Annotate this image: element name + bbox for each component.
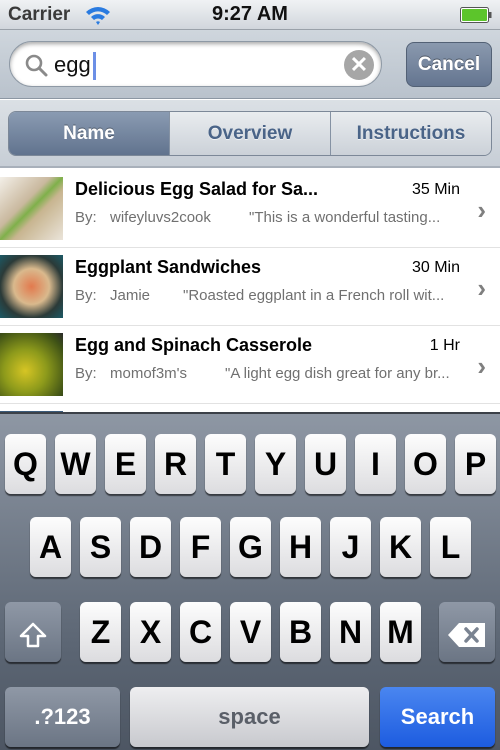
key-c[interactable]: C bbox=[180, 602, 221, 662]
key-l[interactable]: L bbox=[430, 517, 471, 577]
segment-name[interactable]: Name bbox=[9, 112, 169, 155]
delete-icon bbox=[448, 622, 485, 647]
recipe-title: Delicious Egg Salad for Sa... bbox=[75, 179, 319, 199]
key-s[interactable]: S bbox=[80, 517, 121, 577]
results-list: Delicious Egg Salad for Sa... 35 Min By:… bbox=[0, 170, 500, 434]
key-z[interactable]: Z bbox=[80, 602, 121, 662]
search-field[interactable]: ✕ bbox=[9, 41, 382, 87]
chevron-right-icon: › bbox=[477, 351, 486, 381]
recipe-title: Egg and Spinach Casserole bbox=[75, 335, 313, 355]
by-label: By: bbox=[75, 209, 97, 226]
text-cursor bbox=[92, 52, 96, 80]
status-bar: Carrier 9:27 AM bbox=[0, 0, 500, 30]
key-y[interactable]: Y bbox=[255, 434, 296, 494]
key-r[interactable]: R bbox=[155, 434, 196, 494]
recipe-row[interactable]: Eggplant Sandwiches 30 Min By: Jamie "Ro… bbox=[0, 248, 500, 326]
key-i[interactable]: I bbox=[355, 434, 396, 494]
key-u[interactable]: U bbox=[305, 434, 346, 494]
segment-instructions[interactable]: Instructions bbox=[330, 112, 491, 155]
key-o[interactable]: O bbox=[405, 434, 446, 494]
cancel-button[interactable]: Cancel bbox=[406, 42, 492, 87]
recipe-thumbnail bbox=[0, 333, 63, 396]
recipe-description: "A light egg dish great for any br... bbox=[225, 365, 450, 382]
recipe-author: Jamie bbox=[110, 287, 151, 304]
search-input[interactable] bbox=[54, 49, 334, 81]
key-m[interactable]: M bbox=[380, 602, 421, 662]
recipe-author: wifeyluvs2cook bbox=[110, 209, 211, 226]
search-icon bbox=[25, 54, 48, 77]
key-f[interactable]: F bbox=[180, 517, 221, 577]
search-key[interactable]: Search bbox=[380, 687, 495, 747]
clock: 9:27 AM bbox=[212, 3, 288, 25]
scope-bar: Name Overview Instructions bbox=[0, 100, 500, 168]
search-bar: ✕ Cancel bbox=[0, 30, 500, 99]
by-label: By: bbox=[75, 287, 97, 304]
key-p[interactable]: P bbox=[455, 434, 496, 494]
key-j[interactable]: J bbox=[330, 517, 371, 577]
shift-key[interactable] bbox=[5, 602, 61, 662]
numbers-key[interactable]: .?123 bbox=[5, 687, 120, 747]
recipe-time: 30 Min bbox=[411, 259, 460, 276]
key-g[interactable]: G bbox=[230, 517, 271, 577]
delete-key[interactable] bbox=[439, 602, 495, 662]
segment-overview[interactable]: Overview bbox=[169, 112, 330, 155]
key-n[interactable]: N bbox=[330, 602, 371, 662]
key-t[interactable]: T bbox=[205, 434, 246, 494]
recipe-title: Eggplant Sandwiches bbox=[75, 257, 262, 277]
key-w[interactable]: W bbox=[55, 434, 96, 494]
recipe-time: 1 Hr bbox=[429, 337, 460, 354]
recipe-author: momof3m's bbox=[110, 365, 188, 382]
space-key[interactable]: space bbox=[130, 687, 369, 747]
key-b[interactable]: B bbox=[280, 602, 321, 662]
key-v[interactable]: V bbox=[230, 602, 271, 662]
key-e[interactable]: E bbox=[105, 434, 146, 494]
chevron-right-icon: › bbox=[477, 273, 486, 303]
recipe-row[interactable]: Delicious Egg Salad for Sa... 35 Min By:… bbox=[0, 170, 500, 248]
key-a[interactable]: A bbox=[30, 517, 71, 577]
recipe-thumbnail bbox=[0, 255, 63, 318]
keyboard: Q W E R T Y U I O P A S D F G H J K L Z … bbox=[0, 412, 500, 750]
key-d[interactable]: D bbox=[130, 517, 171, 577]
key-x[interactable]: X bbox=[130, 602, 171, 662]
recipe-time: 35 Min bbox=[411, 181, 460, 198]
by-label: By: bbox=[75, 365, 97, 382]
key-h[interactable]: H bbox=[280, 517, 321, 577]
shift-icon bbox=[19, 622, 47, 647]
recipe-row[interactable]: Egg and Spinach Casserole 1 Hr By: momof… bbox=[0, 326, 500, 404]
recipe-thumbnail bbox=[0, 177, 63, 240]
key-q[interactable]: Q bbox=[5, 434, 46, 494]
search-scope-segmented-control: Name Overview Instructions bbox=[8, 111, 492, 156]
battery-full-icon bbox=[460, 7, 492, 23]
key-k[interactable]: K bbox=[380, 517, 421, 577]
recipe-description: "Roasted eggplant in a French roll wit..… bbox=[183, 287, 445, 304]
chevron-right-icon: › bbox=[477, 195, 486, 225]
clear-icon[interactable]: ✕ bbox=[344, 50, 374, 80]
recipe-description: "This is a wonderful tasting... bbox=[249, 209, 441, 226]
